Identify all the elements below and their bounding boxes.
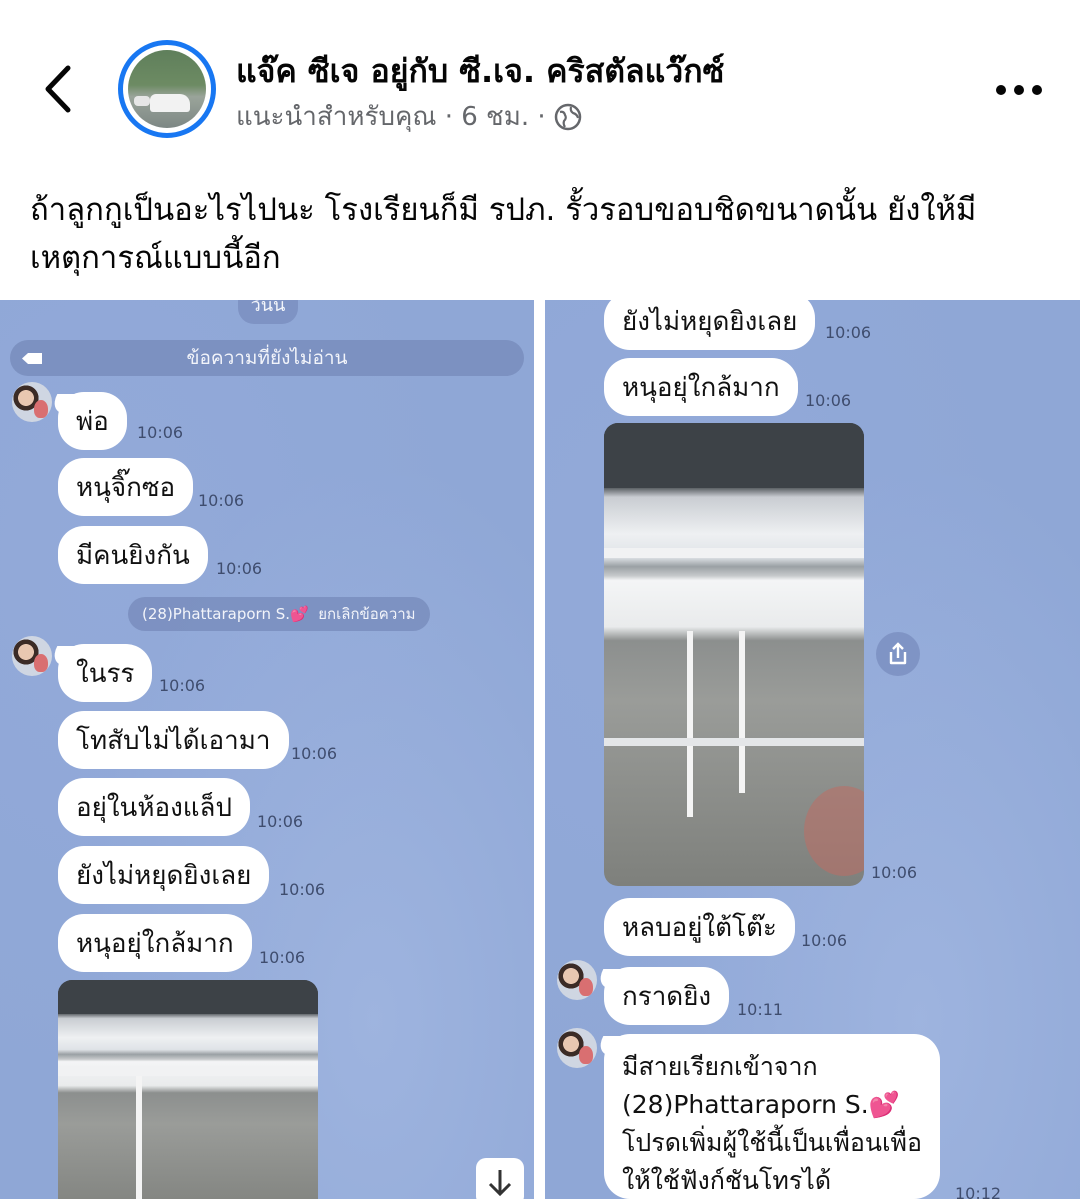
message-bubble: ยังไม่หยุดยิงเลย: [58, 846, 270, 904]
sender-avatar: [12, 636, 52, 676]
scroll-down-button[interactable]: [476, 1158, 524, 1199]
message-time: 10:06: [259, 948, 306, 967]
unsent-sender: (28)Phattaraporn S.: [142, 605, 291, 623]
photo-message[interactable]: [58, 980, 318, 1199]
message-time: 10:06: [159, 676, 206, 695]
post-meta: แนะนำสำหรับคุณ · 6 ชม. ·: [236, 96, 582, 137]
message-time: 10:11: [737, 1000, 784, 1019]
message-bubble: มีคนยิงกัน: [58, 526, 208, 584]
avatar-photo: [128, 50, 206, 128]
message-bubble: หนุจิ๊กซอ: [58, 458, 194, 516]
globe-icon: [554, 103, 581, 130]
sender-avatar: [557, 960, 597, 1000]
page-title[interactable]: แจ๊ค ซีเจ อยู่กับ ซี.เจ. คริสตัลแว๊กซ์: [236, 46, 724, 97]
heart-icon: 💕: [868, 1090, 900, 1119]
message-bubble: ในรร: [58, 644, 153, 702]
message-time: 10:06: [137, 423, 184, 442]
sender-avatar: [557, 1028, 597, 1068]
message-time: 10:06: [805, 391, 852, 410]
sender-avatar: [12, 382, 52, 422]
arrow-down-icon: [488, 1170, 512, 1197]
unsent-action: ยกเลิกข้อความ: [318, 605, 416, 623]
message-time: 10:12: [955, 1184, 1002, 1199]
message-bubble: อยุ่ในห้องแล็ป: [58, 778, 250, 836]
chat-screenshot-left[interactable]: วันนี้ ข้อความที่ยังไม่อ่าน พ่อ 10:06 หน…: [0, 300, 534, 1199]
page-avatar[interactable]: [118, 40, 216, 138]
message-bubble: พ่อ: [58, 392, 127, 450]
call-notice-line: โปรดเพิ่มผู้ใช้นี้เป็นเพื่อนเพื่อ: [622, 1128, 923, 1157]
message-time: 10:06: [279, 880, 326, 899]
post-text: ถ้าลูกกูเป็นอะไรไปนะ โรงเรียนก็มี รปภ. ร…: [30, 192, 977, 276]
message-bubble: โทสับไม่ได้เอามา: [58, 711, 289, 769]
message-time: 10:06: [291, 744, 338, 763]
call-notice-line: มีสายเรียกเข้าจาก: [622, 1052, 818, 1081]
message-bubble: หนุอยุ่ใกล้มาก: [58, 914, 252, 972]
unread-divider: ข้อความที่ยังไม่อ่าน: [10, 340, 524, 376]
message-bubble: ยังไม่หยุดยิงเลย: [604, 300, 816, 350]
photo-time: 10:06: [871, 863, 918, 882]
message-time: 10:06: [801, 931, 848, 950]
chevron-left-icon: [45, 65, 71, 113]
date-pill: วันนี้: [238, 300, 298, 324]
message-bubble: กราดยิง: [604, 967, 730, 1025]
photo-message[interactable]: [604, 423, 864, 886]
call-notice-line: ให้ใช้ฟังก์ชันโทรได้: [622, 1166, 832, 1195]
message-time: 10:06: [216, 559, 263, 578]
tag-icon: [22, 353, 42, 364]
chat-screenshot-right[interactable]: ยังไม่หยุดยิงเลย 10:06 หนุอยุ่ใกล้มาก 10…: [545, 300, 1080, 1199]
call-notice-line: (28)Phattaraporn S.💕: [622, 1086, 922, 1124]
unread-label: ข้อความที่ยังไม่อ่าน: [186, 347, 348, 369]
message-time: 10:06: [198, 491, 245, 510]
more-options-button[interactable]: [996, 80, 1046, 100]
more-icon: [996, 85, 1006, 95]
back-button[interactable]: [38, 62, 82, 116]
share-button[interactable]: [876, 632, 920, 676]
share-icon: [889, 642, 907, 665]
caller-name: (28)Phattaraporn S.: [622, 1090, 869, 1119]
heart-icon: 💕: [290, 605, 309, 623]
message-time: 10:06: [825, 323, 872, 342]
message-time: 10:06: [257, 812, 304, 831]
post-meta-text: แนะนำสำหรับคุณ · 6 ชม. ·: [236, 102, 546, 132]
message-bubble: หลบอยู่ใต้โต๊ะ: [604, 898, 795, 956]
message-bubble: หนุอยุ่ใกล้มาก: [604, 358, 798, 416]
post-header: แจ๊ค ซีเจ อยู่กับ ซี.เจ. คริสตัลแว๊กซ์ แ…: [0, 0, 1080, 160]
call-notice-bubble: มีสายเรียกเข้าจาก (28)Phattaraporn S.💕 โ…: [604, 1034, 941, 1199]
unsent-message-notice: (28)Phattaraporn S.💕 ยกเลิกข้อความ: [128, 597, 430, 631]
